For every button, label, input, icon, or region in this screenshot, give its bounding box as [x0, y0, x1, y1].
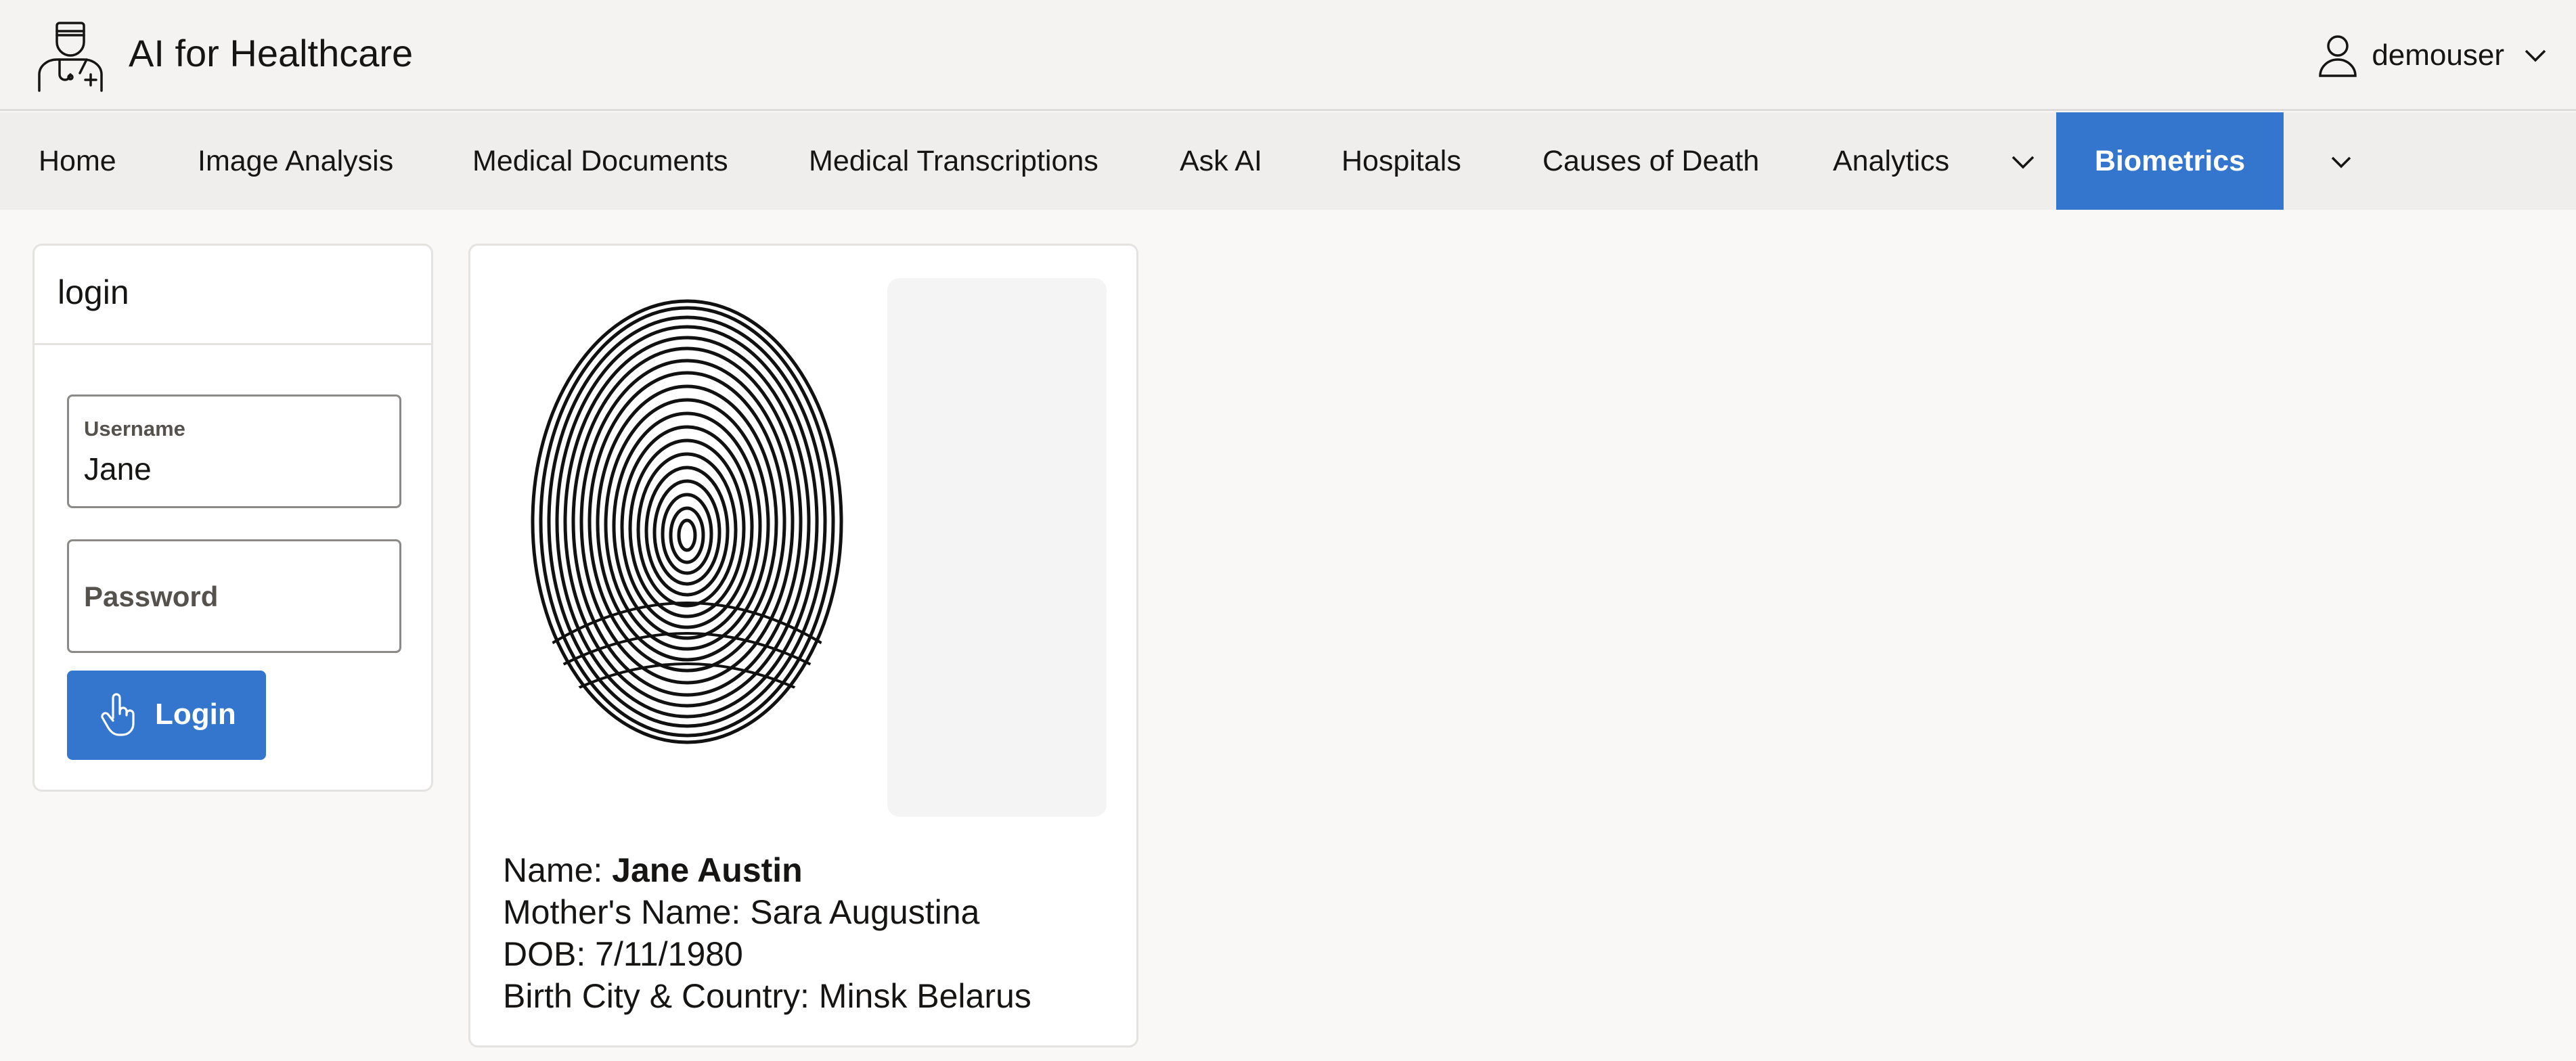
login-card-title: login [58, 273, 129, 311]
analytics-chevron-down-icon[interactable] [2009, 148, 2037, 176]
nav-item-analytics[interactable]: Analytics [1833, 112, 1949, 210]
user-name: demouser [2372, 39, 2504, 72]
nav-item-biometrics[interactable]: Biometrics [2056, 112, 2284, 210]
record-mother-label: Mother's Name: [503, 893, 751, 931]
record-mother-value: Sara Augustina [750, 893, 980, 931]
app-title: AI for Healthcare [129, 32, 414, 74]
record-dob-value: 7/11/1980 [595, 935, 743, 973]
record-details: Name: Jane Austin Mother's Name: Sara Au… [503, 849, 1031, 1017]
record-birth-value: Minsk Belarus [818, 977, 1031, 1015]
user-menu[interactable]: demouser [2317, 31, 2549, 80]
login-button-label: Login [155, 698, 236, 731]
password-field[interactable]: Password [67, 539, 401, 653]
login-card: login Username Jane Password Login [32, 244, 433, 792]
record-dob-line: DOB: 7/11/1980 [503, 933, 1031, 975]
login-button[interactable]: Login [67, 671, 266, 760]
biometric-record-card: Name: Jane Austin Mother's Name: Sara Au… [468, 244, 1138, 1047]
record-mother-line: Mother's Name: Sara Augustina [503, 891, 1031, 933]
login-card-divider [35, 343, 431, 345]
user-icon [2319, 35, 2357, 77]
record-dob-label: DOB: [503, 935, 596, 973]
more-chevron-down-icon[interactable] [2327, 148, 2355, 176]
password-placeholder: Password [84, 581, 219, 612]
record-birth-line: Birth City & Country: Minsk Belarus [503, 975, 1031, 1017]
nav-item-home[interactable]: Home [39, 112, 116, 210]
nav-item-ask-ai[interactable]: Ask AI [1180, 112, 1262, 210]
record-name-label: Name: [503, 851, 613, 889]
username-field[interactable]: Username Jane [67, 394, 401, 508]
hand-pointer-icon [101, 693, 135, 736]
fingerprint-image [531, 299, 843, 744]
username-value[interactable]: Jane [84, 451, 152, 487]
nav-item-image-analysis[interactable]: Image Analysis [198, 112, 393, 210]
main-nav: Home Image Analysis Medical Documents Me… [0, 112, 2576, 210]
app-header: AI for Healthcare demouser [0, 0, 2576, 111]
chevron-down-icon [2525, 49, 2546, 62]
fingerprint-side-panel [887, 278, 1107, 817]
record-name-line: Name: Jane Austin [503, 849, 1031, 891]
nav-item-hospitals[interactable]: Hospitals [1341, 112, 1461, 210]
username-label: Username [84, 417, 185, 441]
record-birth-label: Birth City & Country: [503, 977, 819, 1015]
record-name-value: Jane Austin [612, 851, 803, 889]
nav-item-medical-documents[interactable]: Medical Documents [472, 112, 728, 210]
doctor-logo-icon [38, 22, 103, 92]
nav-item-medical-transcriptions[interactable]: Medical Transcriptions [809, 112, 1098, 210]
nav-item-causes-of-death[interactable]: Causes of Death [1542, 112, 1759, 210]
